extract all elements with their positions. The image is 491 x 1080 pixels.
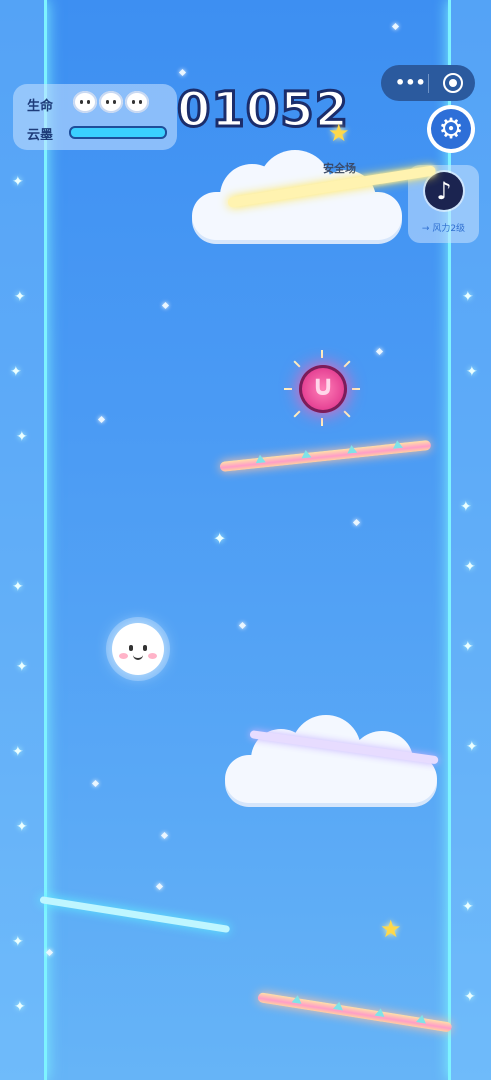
star-dot (45, 948, 54, 957)
player-cheek (119, 653, 128, 659)
spike-icon (333, 1000, 345, 1011)
life-label: 生命 (27, 99, 54, 114)
star-collectible-icon: ★ (328, 119, 350, 147)
spike-icon (346, 444, 358, 454)
star-collectible-icon: ★ (380, 915, 402, 943)
sparkle-icon: ✦ (464, 559, 476, 575)
spike-icon (291, 994, 303, 1004)
cloud-puff (351, 731, 413, 789)
sparkle-icon: ✦ (462, 639, 474, 655)
player-mouth (133, 653, 143, 660)
life-cloud-icon (73, 91, 97, 113)
glow-ray (321, 418, 323, 426)
bounce-bar (219, 439, 432, 472)
sparkle-icon: ✦ (460, 499, 472, 515)
ink-label: 云墨 (27, 128, 54, 143)
life-cloud-icon (125, 91, 149, 113)
bounce-bar (257, 992, 453, 1033)
magnet-powerup-icon: ∪ (299, 365, 347, 413)
sparkle-icon: ✦ (466, 739, 478, 755)
sparkle-icon: ✦ (12, 744, 24, 760)
left-wall (0, 0, 47, 1080)
score-counter: 01052 (176, 81, 350, 140)
spike-icon (300, 449, 312, 459)
ink-meter (69, 126, 167, 139)
spike-icon (392, 439, 403, 449)
sparkle-icon: ✦ (14, 999, 26, 1015)
star-dot (91, 779, 100, 788)
glow-ray (343, 360, 351, 368)
ice-bar (39, 896, 231, 933)
cloud-platform (192, 150, 402, 240)
star-dot (161, 301, 170, 310)
spike-icon (374, 1007, 386, 1018)
star-dot (352, 518, 361, 527)
spike-icon (416, 1014, 428, 1024)
glow-ray (293, 360, 301, 368)
glow-ray (284, 388, 292, 390)
sparkle-icon: ✦ (16, 659, 28, 675)
sparkle-icon: ✦ (464, 989, 476, 1005)
settings-button[interactable]: ⚙ (427, 105, 475, 153)
capsule-divider (428, 74, 429, 93)
safe-zone-label: 安全场 (323, 162, 356, 175)
sparkle-icon: ✦ (462, 899, 474, 915)
star-dot (97, 415, 106, 424)
sparkle-icon: ✦ (12, 579, 24, 595)
sparkle-icon: ✦ (16, 429, 28, 445)
sparkle-icon: ✦ (12, 934, 24, 950)
sparkle-icon: ✦ (462, 289, 474, 305)
sparkle-icon: ✦ (16, 819, 28, 835)
player-eye (143, 645, 147, 651)
star-dot (391, 22, 400, 31)
cloud-platform (225, 715, 437, 803)
wind-level-label: → 风力2级 (421, 224, 466, 234)
status-panel: 生命 云墨 (13, 84, 177, 150)
life-cloud-icon (99, 91, 123, 113)
spike-icon (254, 454, 266, 464)
sparkle-icon: ✦ (14, 289, 26, 305)
glow-ray (352, 388, 360, 390)
player-eye (129, 645, 133, 651)
glow-ray (343, 410, 351, 418)
sparkle-icon: ✦ (10, 364, 22, 380)
star-dot (375, 347, 384, 356)
sparkle-icon: ✦ (12, 174, 24, 190)
glow-ray (321, 350, 323, 358)
player-cloud-character (112, 623, 164, 675)
star-dot (160, 831, 169, 840)
miniprogram-capsule: ••• (381, 65, 475, 101)
more-dots-icon[interactable]: ••• (395, 73, 426, 92)
target-icon[interactable] (443, 73, 463, 93)
sparkle-icon: ✦ (213, 529, 227, 548)
star-dot (238, 621, 247, 630)
star-dot (178, 68, 187, 77)
music-note-icon[interactable]: ♪ (425, 172, 463, 210)
gear-icon: ⚙ (431, 109, 471, 149)
right-wall (448, 0, 491, 1080)
player-cheek (148, 653, 157, 659)
sparkle-icon: ✦ (466, 364, 478, 380)
star-dot (155, 882, 164, 891)
glow-ray (293, 410, 301, 418)
